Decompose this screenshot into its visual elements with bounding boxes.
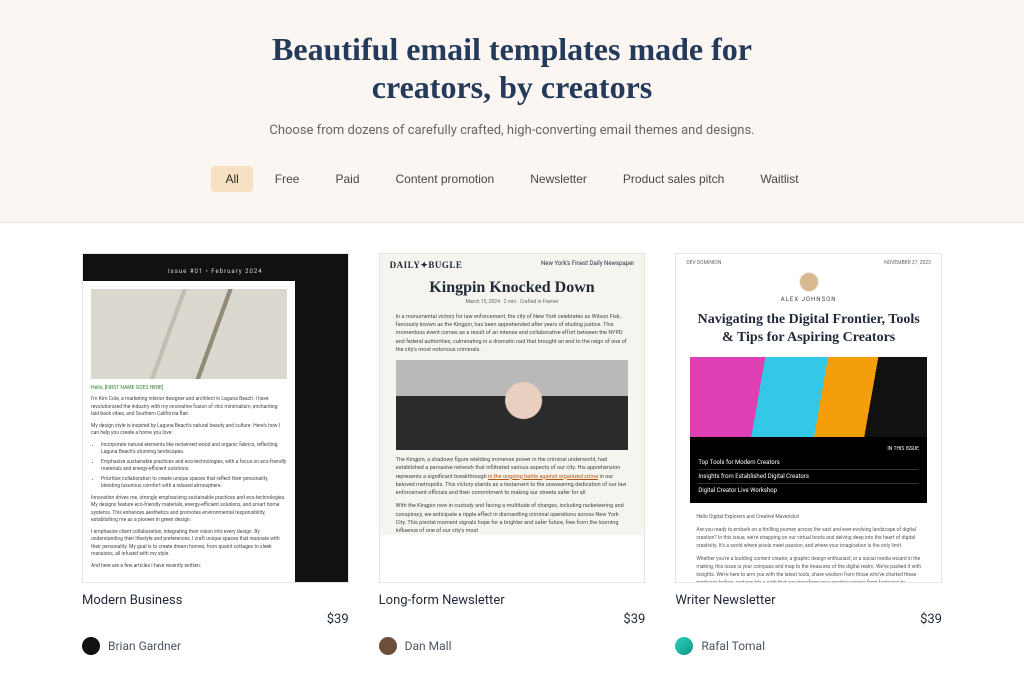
tab-paid[interactable]: Paid <box>321 166 373 192</box>
template-thumbnail-writer-newsletter[interactable]: DEV DOMINION NOVEMBER 27, 2023 ALEX JOHN… <box>675 253 942 583</box>
author-avatar <box>379 637 397 655</box>
thumb-hero-image <box>91 289 287 379</box>
thumb-left-label: DEV DOMINION <box>686 260 721 266</box>
tab-free[interactable]: Free <box>261 166 314 192</box>
author-name: Dan Mall <box>405 639 452 653</box>
tab-all[interactable]: All <box>211 166 252 192</box>
thumb-author-avatar <box>799 272 819 292</box>
thumb-in-this-issue: IN THIS ISSUE Top Tools for Modern Creat… <box>690 437 927 503</box>
tab-waitlist[interactable]: Waitlist <box>746 166 812 192</box>
thumb-hero-image <box>690 357 927 437</box>
template-gallery: Issue #01 • February 2024 Hello, [FIRST … <box>62 223 962 685</box>
thumb-inline-link: in the ongoing battle against organized … <box>488 474 598 480</box>
template-name: Modern Business <box>82 593 349 608</box>
template-name: Long-form Newsletter <box>379 593 646 608</box>
template-card: DAILY✦BUGLE New York's Finest Daily News… <box>379 253 646 655</box>
template-card: DEV DOMINION NOVEMBER 27, 2023 ALEX JOHN… <box>675 253 942 655</box>
template-name: Writer Newsletter <box>675 593 942 608</box>
template-price: $39 <box>379 612 646 627</box>
template-thumbnail-longform-newsletter[interactable]: DAILY✦BUGLE New York's Finest Daily News… <box>379 253 646 583</box>
author-name: Brian Gardner <box>108 639 181 653</box>
filter-tabs: All Free Paid Content promotion Newslett… <box>20 166 1004 192</box>
thumb-greeting: Hello, [FIRST NAME GOES HERE] <box>91 385 287 393</box>
tab-content-promotion[interactable]: Content promotion <box>382 166 509 192</box>
template-thumbnail-modern-business[interactable]: Issue #01 • February 2024 Hello, [FIRST … <box>82 253 349 583</box>
template-card: Issue #01 • February 2024 Hello, [FIRST … <box>82 253 349 655</box>
author-name: Rafal Tomal <box>701 639 765 653</box>
template-price: $39 <box>82 612 349 627</box>
thumb-article-image <box>396 360 629 450</box>
author-avatar <box>675 637 693 655</box>
thumb-right-label: NOVEMBER 27, 2023 <box>884 260 931 266</box>
thumb-issue-label: Issue #01 • February 2024 <box>83 268 348 275</box>
thumb-tagline: New York's Finest Daily Newspaper <box>541 260 634 271</box>
author-avatar <box>82 637 100 655</box>
thumb-title: Navigating the Digital Frontier, Tools &… <box>692 311 925 347</box>
page-subtitle: Choose from dozens of carefully crafted,… <box>20 123 1004 138</box>
thumb-headline: Kingpin Knocked Down <box>390 279 635 297</box>
tab-product-sales-pitch[interactable]: Product sales pitch <box>609 166 738 192</box>
tab-newsletter[interactable]: Newsletter <box>516 166 601 192</box>
thumb-author-name: ALEX JOHNSON <box>676 296 941 303</box>
thumb-byline: March 15, 2024 · 2 min · Crafted in Fram… <box>380 299 645 305</box>
page-title: Beautiful email templates made for creat… <box>212 30 812 107</box>
thumb-brand: DAILY✦BUGLE <box>390 260 463 271</box>
template-price: $39 <box>675 612 942 627</box>
hero-section: Beautiful email templates made for creat… <box>0 0 1024 223</box>
